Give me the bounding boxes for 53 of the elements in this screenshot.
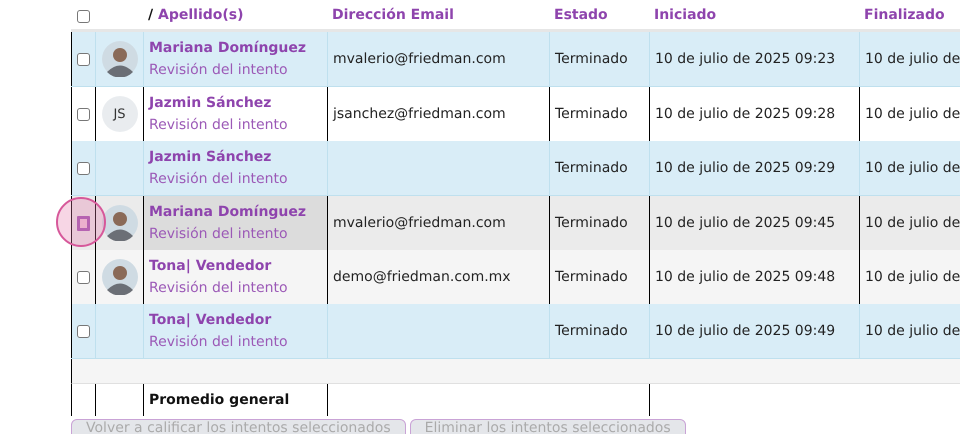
table-cell: 10 de julio de (865, 269, 960, 285)
row-checkbox[interactable] (77, 108, 90, 120)
table-cell: Terminado (555, 215, 628, 231)
table-cell: 10 de julio de (865, 215, 960, 231)
student-name[interactable]: Mariana Domínguez (149, 201, 306, 223)
table-cell: 10 de julio de 2025 09:23 (655, 51, 836, 67)
row-checkbox[interactable] (77, 52, 90, 66)
table-cell: Terminado (555, 323, 628, 339)
separator-text: / (148, 7, 154, 23)
row-checkbox[interactable] (77, 216, 90, 230)
table-cell: 10 de julio de (865, 160, 960, 176)
table-cell: 10 de julio de (865, 51, 960, 67)
table-cell: mvalerio@friedman.com (333, 215, 506, 231)
column-header[interactable]: Finalizado (864, 7, 945, 23)
student-name[interactable]: Tona| Vendedor (149, 255, 272, 277)
column-header[interactable]: Apellido(s) (158, 7, 244, 23)
table-cell: jsanchez@friedman.com (333, 106, 506, 122)
table-cell: 10 de julio de (865, 106, 960, 122)
row-checkbox[interactable] (77, 270, 90, 284)
table-cell: Terminado (555, 106, 628, 122)
review-link[interactable]: Revisión del intento (149, 114, 288, 136)
table-cell: 10 de julio de 2025 09:29 (655, 160, 836, 176)
student-name[interactable]: Mariana Domínguez (149, 37, 306, 59)
row-checkbox[interactable] (77, 162, 90, 174)
table-cell: mvalerio@friedman.com (333, 51, 506, 67)
review-link[interactable]: Revisión del intento (149, 59, 288, 81)
student-name[interactable]: Jazmin Sánchez (149, 146, 272, 168)
table-cell: 10 de julio de 2025 09:28 (655, 106, 836, 122)
select-all-checkbox[interactable] (76, 10, 90, 23)
column-header[interactable]: Iniciado (654, 7, 716, 23)
review-link[interactable]: Revisión del intento (149, 277, 288, 299)
avatar-icon (102, 41, 138, 77)
focus-ring (56, 197, 106, 247)
avatar-initials: JS (102, 96, 138, 132)
table-cell: 10 de julio de (865, 323, 960, 339)
table-cell: 10 de julio de 2025 09:48 (655, 269, 836, 285)
student-name[interactable]: Jazmin Sánchez (149, 92, 272, 114)
table-cell: Terminado (555, 160, 628, 176)
table-cell: 10 de julio de 2025 09:49 (655, 323, 836, 339)
row-checkbox[interactable] (77, 324, 90, 338)
table-cell: demo@friedman.com.mx (333, 269, 511, 285)
table-cell: Terminado (555, 51, 628, 67)
table-cell: Terminado (555, 269, 628, 285)
column-header[interactable]: Estado (554, 7, 608, 23)
review-link[interactable]: Revisión del intento (149, 331, 288, 353)
avatar-icon (102, 259, 138, 295)
student-name[interactable]: Tona| Vendedor (149, 309, 272, 331)
review-link[interactable]: Revisión del intento (149, 223, 288, 245)
review-link[interactable]: Revisión del intento (149, 168, 288, 190)
summary-label: Promedio general (149, 392, 290, 408)
column-header[interactable]: Dirección Email (332, 7, 454, 23)
table-cell: 10 de julio de 2025 09:45 (655, 215, 836, 231)
avatar-icon (102, 205, 138, 241)
